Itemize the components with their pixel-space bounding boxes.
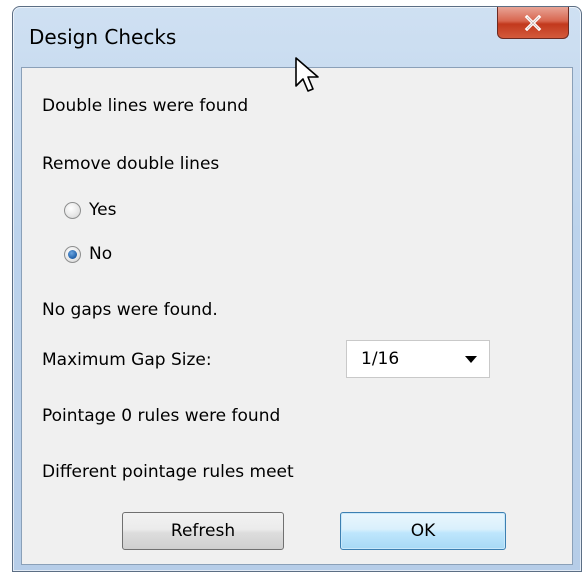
radio-yes-row[interactable]: Yes [64,200,116,220]
max-gap-select[interactable]: 1/16 [346,340,490,378]
close-icon [524,14,542,31]
dialog-content: Double lines were found Remove double li… [21,67,573,565]
pointage-meet-status: Different pointage rules meet [42,462,294,482]
radio-no[interactable] [64,245,81,263]
radio-no-label: No [89,244,113,264]
arrow-cursor-icon [295,57,319,92]
remove-double-lines-label: Remove double lines [42,154,220,174]
refresh-button[interactable]: Refresh [122,512,284,550]
close-button[interactable] [497,7,569,39]
window-title: Design Checks [29,25,177,49]
double-lines-status: Double lines were found [42,96,249,116]
max-gap-label: Maximum Gap Size: [42,350,212,370]
max-gap-value: 1/16 [361,349,400,369]
radio-yes[interactable] [64,201,81,219]
gaps-status: No gaps were found. [42,300,218,320]
radio-yes-label: Yes [89,200,117,220]
chevron-down-icon[interactable] [465,356,477,363]
ok-button[interactable]: OK [340,512,506,550]
pointage-status: Pointage 0 rules were found [42,406,281,426]
radio-no-row[interactable]: No [64,244,112,264]
